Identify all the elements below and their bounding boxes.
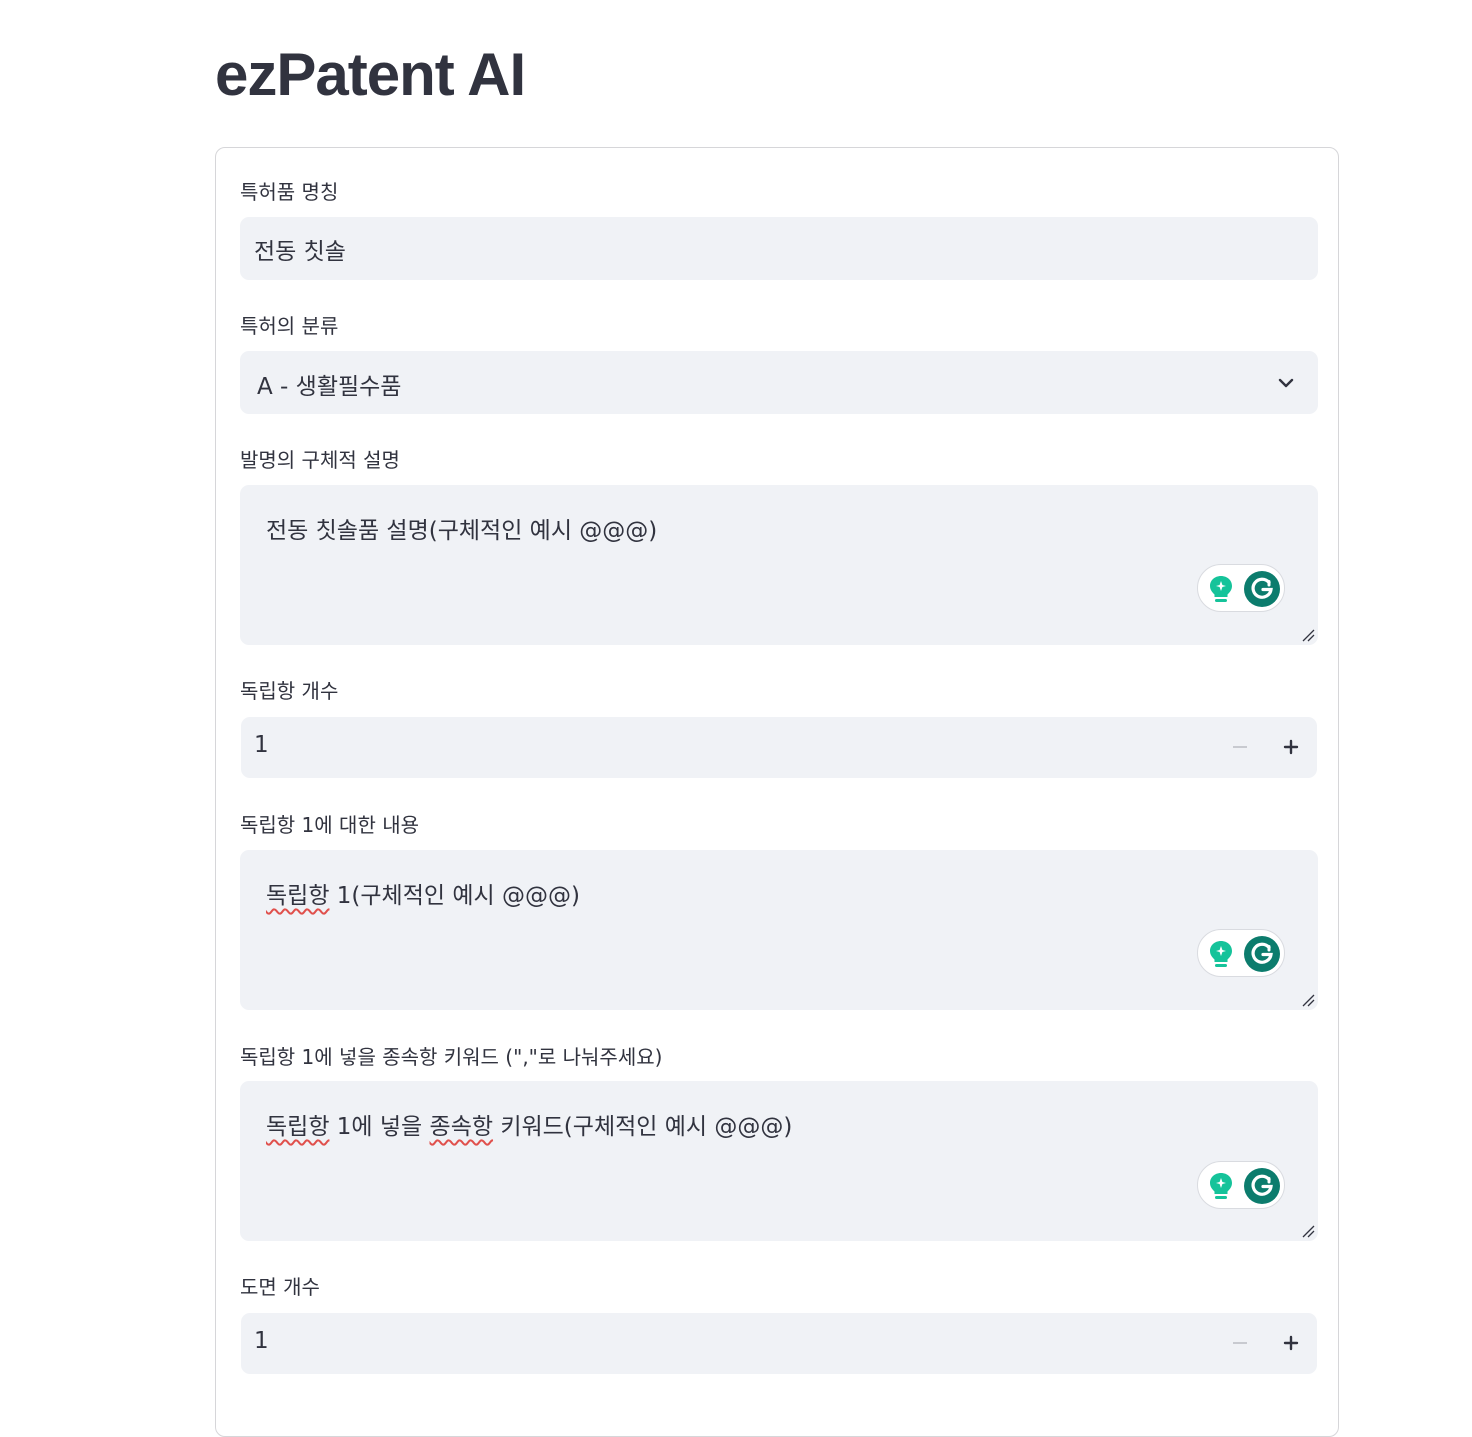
dependent-keywords-1-value-b: 1에 넣을: [329, 1114, 430, 1140]
category-selected-value: A - 생활필수품: [257, 374, 402, 400]
category-select[interactable]: A - 생활필수품: [240, 351, 1318, 414]
independent-count-label: 독립항 개수: [240, 679, 339, 703]
independent-1-value: 독립항 1(구체적인 예시 @@@): [266, 876, 580, 910]
grammarly-widget[interactable]: [1197, 564, 1285, 612]
description-label: 발명의 구체적 설명: [240, 448, 400, 472]
dependent-keywords-1-value: 독립항 1에 넣을 종속항 키워드(구체적인 예시 @@@): [266, 1107, 792, 1141]
description-value: 전동 칫솔품 설명(구체적인 예시 @@@): [266, 518, 658, 544]
product-name-value: 전동 칫솔: [254, 239, 346, 265]
dependent-keywords-1-value-c: 종속항: [429, 1114, 494, 1140]
grammarly-widget[interactable]: [1197, 929, 1285, 977]
grammarly-icon[interactable]: [1244, 571, 1280, 607]
drawing-count-input[interactable]: 1: [241, 1313, 1317, 1374]
independent-count-input[interactable]: 1: [241, 717, 1317, 778]
dependent-keywords-1-textarea[interactable]: 독립항 1에 넣을 종속항 키워드(구체적인 예시 @@@): [240, 1081, 1318, 1241]
lightbulb-icon[interactable]: [1208, 1171, 1234, 1201]
product-name-label: 특허품 명칭: [240, 180, 339, 204]
plus-icon[interactable]: [1282, 1334, 1300, 1352]
grammarly-icon[interactable]: [1244, 936, 1280, 972]
dependent-keywords-1-label: 독립항 1에 넣을 종속항 키워드 (","로 나눠주세요): [240, 1045, 663, 1069]
independent-1-textarea[interactable]: 독립항 1(구체적인 예시 @@@): [240, 850, 1318, 1010]
minus-icon[interactable]: [1231, 1334, 1249, 1352]
independent-count-value: 1: [254, 732, 269, 758]
product-name-input[interactable]: 전동 칫솔: [240, 217, 1318, 280]
grammarly-icon[interactable]: [1244, 1168, 1280, 1204]
category-label: 특허의 분류: [240, 314, 339, 338]
lightbulb-icon[interactable]: [1208, 574, 1234, 604]
resize-handle-icon[interactable]: [1301, 993, 1315, 1007]
independent-1-label: 독립항 1에 대한 내용: [240, 813, 419, 837]
dependent-keywords-1-value-a: 독립항: [266, 1114, 330, 1140]
resize-handle-icon[interactable]: [1301, 1224, 1315, 1238]
chevron-down-icon[interactable]: [1276, 373, 1296, 393]
resize-handle-icon[interactable]: [1301, 628, 1315, 642]
drawing-count-label: 도면 개수: [240, 1275, 320, 1299]
lightbulb-icon[interactable]: [1208, 939, 1234, 969]
drawing-count-value: 1: [254, 1328, 269, 1354]
independent-1-value-rest: 1(구체적인 예시 @@@): [329, 883, 580, 909]
description-textarea[interactable]: 전동 칫솔품 설명(구체적인 예시 @@@): [240, 485, 1318, 645]
independent-1-value-word: 독립항: [266, 883, 330, 909]
dependent-keywords-1-value-d: 키워드(구체적인 예시 @@@): [493, 1114, 793, 1140]
grammarly-widget[interactable]: [1197, 1161, 1285, 1209]
page-title: ezPatent AI: [215, 41, 526, 108]
patent-form: [215, 147, 1339, 1437]
minus-icon[interactable]: [1231, 738, 1249, 756]
plus-icon[interactable]: [1282, 738, 1300, 756]
